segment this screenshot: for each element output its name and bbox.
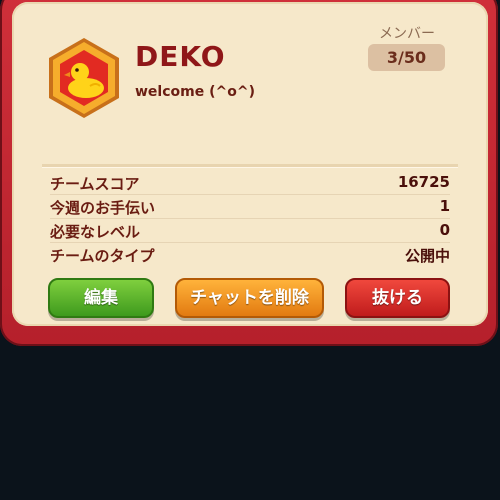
team-name: DEKO xyxy=(135,40,226,73)
divider xyxy=(42,164,458,168)
stat-label: チームスコア xyxy=(50,175,140,193)
stat-label: チームのタイプ xyxy=(50,247,155,265)
leave-team-button[interactable]: 抜ける xyxy=(345,278,450,318)
duck-icon xyxy=(49,38,119,118)
member-count: 3/50 xyxy=(368,44,445,71)
stat-value: 16725 xyxy=(397,173,450,191)
stat-value: 公開中 xyxy=(404,247,450,265)
stat-row-team-score: チームスコア 16725 xyxy=(50,171,450,195)
stat-row-required-level: 必要なレベル 0 xyxy=(50,219,450,243)
member-label: メンバー xyxy=(379,26,435,42)
edit-button[interactable]: 編集 xyxy=(48,278,154,318)
delete-chat-button[interactable]: チャットを削除 xyxy=(175,278,324,318)
stat-label: 今週のお手伝い xyxy=(50,199,156,217)
team-badge xyxy=(46,36,122,120)
stat-row-team-type: チームのタイプ 公開中 xyxy=(50,243,450,266)
stat-label: 必要なレベル xyxy=(50,223,141,241)
stat-value: 1 xyxy=(439,197,450,215)
stat-row-weekly-help: 今週のお手伝い 1 xyxy=(50,195,450,219)
team-stats: チームスコア 16725 今週のお手伝い 1 必要なレベル 0 チームのタイプ … xyxy=(50,171,450,266)
team-description: welcome (^o^) xyxy=(135,84,255,100)
stat-value: 0 xyxy=(439,221,450,239)
